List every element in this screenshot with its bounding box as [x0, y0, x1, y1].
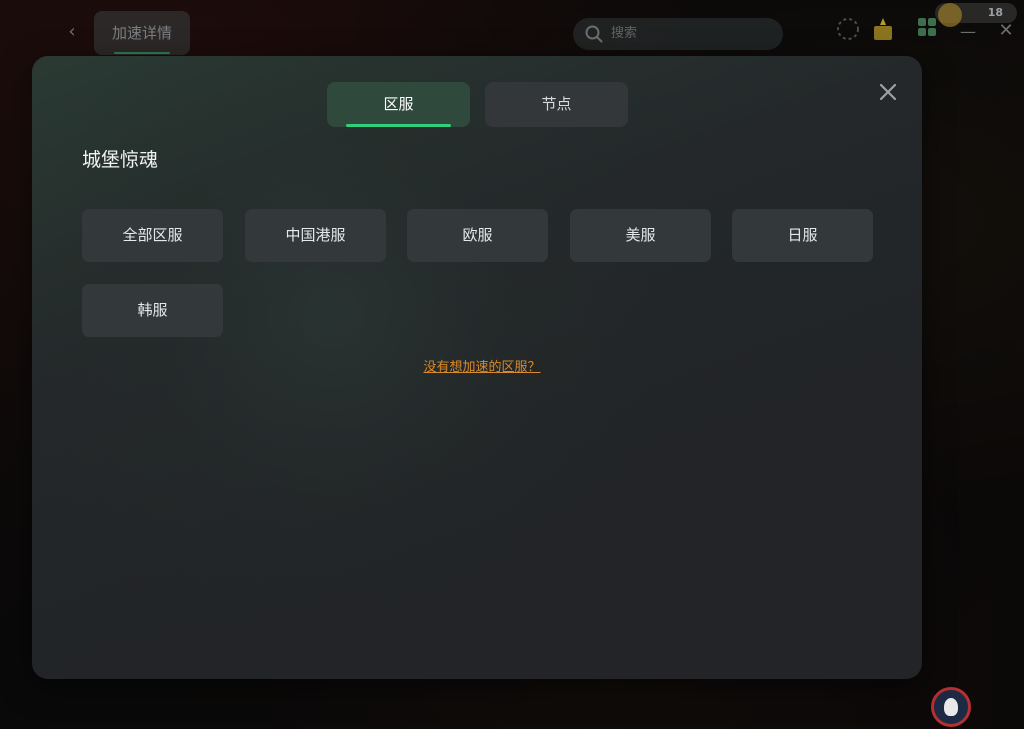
region-button-jp[interactable]: 日服: [732, 209, 873, 262]
assistant-avatar[interactable]: [931, 687, 971, 727]
daily-bonus-icon[interactable]: [870, 16, 896, 42]
close-icon[interactable]: [874, 78, 902, 106]
search-icon: [585, 25, 603, 43]
region-select-dialog: 区服 节点 城堡惊魂 全部区服 中国港服 欧服 美服 日服 韩服 没有想加速的区…: [32, 56, 922, 679]
back-arrow-icon[interactable]: ‹: [62, 20, 82, 44]
region-button-kr[interactable]: 韩服: [82, 284, 223, 337]
gift-icon[interactable]: [835, 16, 861, 42]
search-placeholder: 搜索: [611, 26, 638, 41]
app-topbar: ‹ 加速详情 搜索 18 — ✕: [0, 0, 1024, 64]
region-button-all[interactable]: 全部区服: [82, 209, 223, 262]
page-tab-accel-details[interactable]: 加速详情: [94, 11, 190, 55]
region-button-us[interactable]: 美服: [570, 209, 711, 262]
game-title: 城堡惊魂: [82, 149, 159, 171]
minimize-icon[interactable]: —: [960, 22, 978, 42]
window-close-icon[interactable]: ✕: [996, 20, 1016, 44]
region-button-hk[interactable]: 中国港服: [245, 209, 386, 262]
missing-region-link[interactable]: 没有想加速的区服？: [420, 359, 544, 377]
tab-node[interactable]: 节点: [485, 82, 628, 127]
tab-region[interactable]: 区服: [327, 82, 470, 127]
region-button-eu[interactable]: 欧服: [407, 209, 548, 262]
search-input[interactable]: 搜索: [573, 18, 783, 50]
coin-icon: [938, 3, 962, 27]
